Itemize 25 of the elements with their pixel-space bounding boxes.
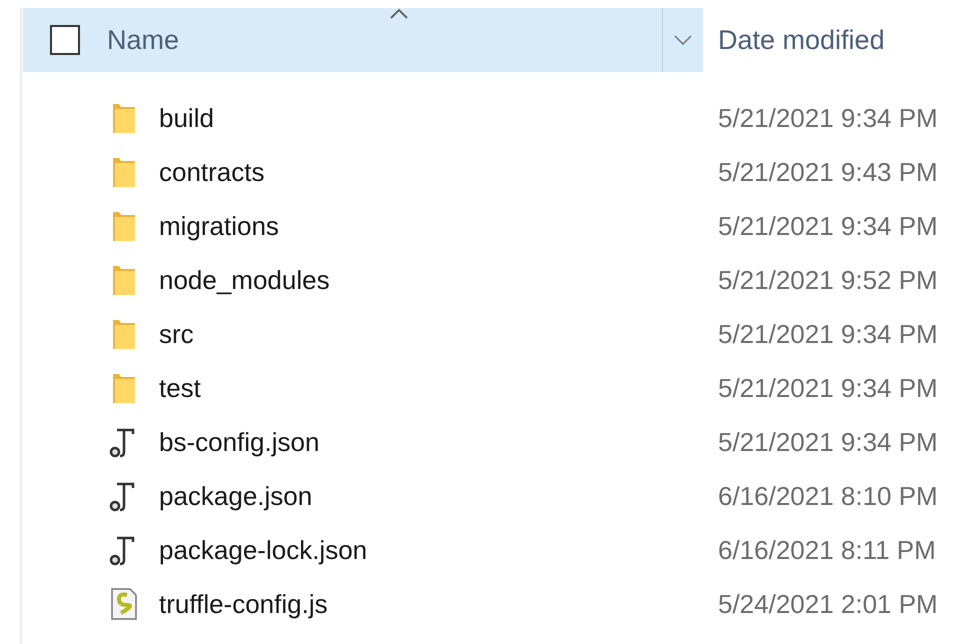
file-name[interactable]: bs-config.json <box>159 426 320 458</box>
date-modified: 5/21/2021 9:34 PM <box>717 372 938 404</box>
date-modified: 5/24/2021 2:01 PM <box>717 588 938 620</box>
date-modified: 5/21/2021 9:43 PM <box>717 156 938 188</box>
date-modified: 5/21/2021 9:34 PM <box>717 426 938 458</box>
date-modified: 5/21/2021 9:34 PM <box>717 210 938 242</box>
column-label[interactable]: Date modified <box>718 24 885 56</box>
date-modified: 5/21/2021 9:52 PM <box>717 264 938 296</box>
date-modified: 5/21/2021 9:34 PM <box>717 318 938 350</box>
file-name[interactable]: src <box>159 318 194 350</box>
column-header[interactable]: Name <box>23 8 703 72</box>
file-name[interactable]: contracts <box>159 156 264 188</box>
file-name[interactable]: test <box>159 372 201 404</box>
file-name[interactable]: migrations <box>159 210 279 242</box>
file-name[interactable]: build <box>159 102 214 134</box>
checkbox[interactable] <box>50 25 80 55</box>
chevron-down-icon[interactable] <box>674 35 692 45</box>
date-modified: 6/16/2021 8:10 PM <box>717 480 938 512</box>
file-name[interactable]: package.json <box>159 480 312 512</box>
column-label: Name <box>107 24 180 56</box>
date-modified: 6/16/2021 8:11 PM <box>717 534 936 566</box>
file-name[interactable]: truffle-config.js <box>159 588 328 620</box>
date-modified: 5/21/2021 9:34 PM <box>717 102 938 134</box>
file-name[interactable]: node_modules <box>159 264 330 296</box>
file-name[interactable]: package-lock.json <box>159 534 368 566</box>
